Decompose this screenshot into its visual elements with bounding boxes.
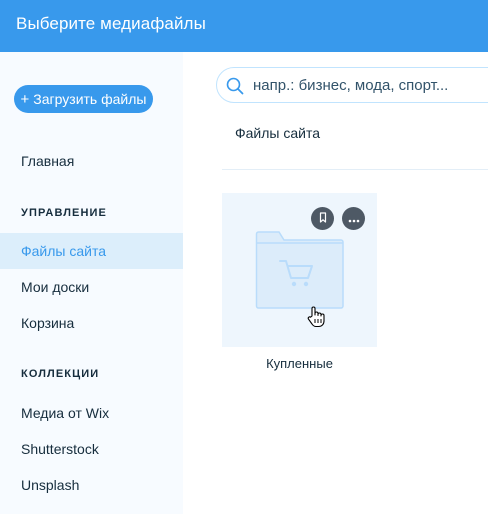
top-header: Выберите медиафайлы (0, 0, 488, 52)
shopping-cart-folder-icon (255, 231, 345, 316)
sidebar: + Загрузить файлы Главная УПРАВЛЕНИЕ Фай… (0, 52, 183, 514)
search-icon (226, 77, 244, 95)
sidebar-item-shutterstock[interactable]: Shutterstock (0, 431, 183, 467)
bookmark-icon (318, 210, 328, 228)
sidebar-item-trash[interactable]: Корзина (0, 305, 183, 341)
divider (222, 169, 488, 170)
folder-name[interactable]: Купленные (222, 356, 377, 371)
search-box[interactable] (216, 67, 488, 103)
upload-files-button[interactable]: + Загрузить файлы (14, 85, 153, 113)
sidebar-item-home[interactable]: Главная (0, 143, 183, 179)
breadcrumb: Файлы сайта (235, 125, 321, 141)
sidebar-item-my-boards[interactable]: Мои доски (0, 269, 183, 305)
sidebar-item-wix-media[interactable]: Медиа от Wix (0, 395, 183, 431)
upload-files-label: Загрузить файлы (33, 91, 147, 107)
search-input[interactable] (253, 68, 488, 102)
sidebar-item-unsplash[interactable]: Unsplash (0, 467, 183, 503)
bookmark-button[interactable] (311, 207, 334, 230)
dialog-title: Выберите медиафайлы (16, 14, 206, 33)
sidebar-item-site-files[interactable]: Файлы сайта (0, 233, 183, 269)
section-heading-manage: УПРАВЛЕНИЕ (21, 207, 107, 219)
plus-icon: + (20, 90, 30, 108)
more-dots-icon (348, 210, 360, 228)
hand-cursor-icon (307, 306, 325, 333)
more-options-button[interactable] (342, 207, 365, 230)
folder-card[interactable] (222, 193, 377, 347)
section-heading-collections: КОЛЛЕКЦИИ (21, 368, 100, 380)
